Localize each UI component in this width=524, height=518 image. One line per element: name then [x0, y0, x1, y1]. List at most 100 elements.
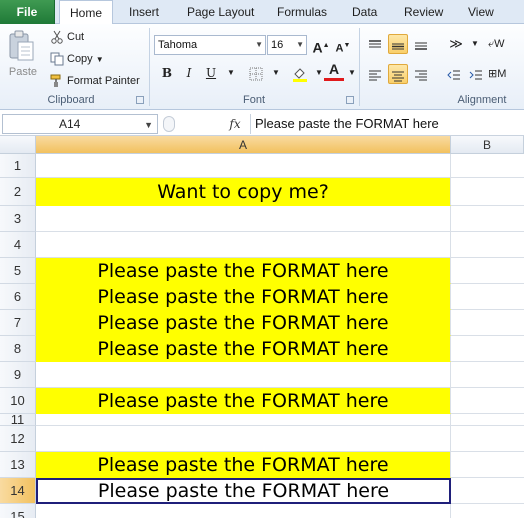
align-left-button[interactable]	[365, 64, 385, 84]
row-header[interactable]: 14	[0, 478, 36, 504]
fill-color-button[interactable]	[290, 63, 310, 83]
cell-b7[interactable]	[451, 310, 524, 336]
borders-button[interactable]	[246, 63, 266, 83]
shrink-font-button[interactable]: A▼	[333, 36, 353, 56]
row-header[interactable]: 2	[0, 178, 36, 206]
decrease-indent-button[interactable]	[444, 64, 464, 84]
align-right-icon	[415, 70, 427, 81]
cell-b14[interactable]	[451, 478, 524, 504]
copy-button[interactable]: Copy ▼	[50, 50, 104, 68]
row-header[interactable]: 4	[0, 232, 36, 258]
row-header[interactable]: 13	[0, 452, 36, 478]
cell-a12[interactable]	[36, 426, 451, 452]
cell-b4[interactable]	[451, 232, 524, 258]
font-color-button[interactable]: A	[324, 61, 344, 81]
font-size-value: 16	[271, 39, 284, 51]
clipboard-launcher-icon[interactable]	[136, 96, 144, 104]
cell-b1[interactable]	[451, 154, 524, 178]
cell-a8[interactable]: Please paste the FORMAT here	[36, 336, 451, 362]
wrap-text-label: W	[494, 38, 505, 50]
orientation-button[interactable]: ≫	[446, 34, 466, 54]
row-header[interactable]: 7	[0, 310, 36, 336]
row-header[interactable]: 15	[0, 504, 36, 518]
paintbrush-icon	[50, 74, 64, 88]
tab-data[interactable]: Data	[352, 0, 377, 24]
cell-a5[interactable]: Please paste the FORMAT here	[36, 258, 451, 284]
chevron-down-icon[interactable]: ▼	[221, 63, 241, 83]
cell-a11[interactable]	[36, 414, 451, 426]
row-header[interactable]: 1	[0, 154, 36, 178]
tab-view[interactable]: View	[468, 0, 494, 24]
formula-bar: A14 ▼ fx Please paste the FORMAT here	[0, 112, 524, 136]
cell-b12[interactable]	[451, 426, 524, 452]
name-box[interactable]: A14 ▼	[2, 114, 158, 134]
tab-page-layout[interactable]: Page Layout	[187, 0, 254, 24]
format-painter-label: Format Painter	[67, 75, 140, 87]
increase-indent-button[interactable]	[466, 64, 486, 84]
chevron-down-icon[interactable]: ▼	[266, 63, 286, 83]
align-bottom-button[interactable]	[411, 34, 431, 54]
row-header[interactable]: 8	[0, 336, 36, 362]
grow-font-button[interactable]: A▲	[311, 36, 331, 56]
align-right-button[interactable]	[411, 64, 431, 84]
merge-cells-icon: ⊞	[488, 68, 498, 80]
merge-center-button[interactable]: ⊞M	[488, 64, 524, 84]
row-header[interactable]: 10	[0, 388, 36, 414]
select-all-corner[interactable]	[0, 136, 36, 154]
tab-insert[interactable]: Insert	[129, 0, 159, 24]
cell-a13[interactable]: Please paste the FORMAT here	[36, 452, 451, 478]
cell-b2[interactable]	[451, 178, 524, 206]
cell-a10[interactable]: Please paste the FORMAT here	[36, 388, 451, 414]
cell-b9[interactable]	[451, 362, 524, 388]
cell-b11[interactable]	[451, 414, 524, 426]
chevron-down-icon: ▼	[95, 55, 104, 64]
tab-file[interactable]: File	[0, 0, 55, 24]
align-top-button[interactable]	[365, 34, 385, 54]
cell-a4[interactable]	[36, 232, 451, 258]
row-header[interactable]: 5	[0, 258, 36, 284]
font-name-select[interactable]: Tahoma ▼	[154, 35, 266, 55]
cell-a15[interactable]	[36, 504, 451, 518]
cell-b8[interactable]	[451, 336, 524, 362]
cell-b6[interactable]	[451, 284, 524, 310]
formula-bar-resize-handle[interactable]	[163, 116, 175, 132]
chevron-down-icon[interactable]: ▼	[465, 34, 485, 54]
format-painter-button[interactable]: Format Painter	[50, 72, 140, 90]
active-cell-a14[interactable]: Please paste the FORMAT here	[36, 478, 451, 504]
column-header-b[interactable]: B	[451, 136, 524, 154]
cell-b15[interactable]	[451, 504, 524, 518]
align-center-button[interactable]	[388, 64, 408, 84]
italic-button[interactable]: I	[179, 63, 199, 83]
font-launcher-icon[interactable]	[346, 96, 354, 104]
ribbon-tab-bar: File Home Insert Page Layout Formulas Da…	[0, 0, 524, 25]
align-middle-button[interactable]	[388, 34, 408, 54]
tab-review[interactable]: Review	[404, 0, 443, 24]
name-box-value: A14	[59, 117, 81, 131]
tab-home[interactable]: Home	[59, 0, 113, 25]
cell-b5[interactable]	[451, 258, 524, 284]
row-header[interactable]: 6	[0, 284, 36, 310]
font-size-select[interactable]: 16 ▼	[267, 35, 307, 55]
underline-button[interactable]: U	[201, 63, 221, 83]
column-header-a[interactable]: A	[36, 136, 451, 154]
cell-a9[interactable]	[36, 362, 451, 388]
row-header[interactable]: 3	[0, 206, 36, 232]
cell-b10[interactable]	[451, 388, 524, 414]
row-header[interactable]: 12	[0, 426, 36, 452]
cell-a3[interactable]	[36, 206, 451, 232]
cell-b13[interactable]	[451, 452, 524, 478]
cell-b3[interactable]	[451, 206, 524, 232]
row-header[interactable]: 11	[0, 413, 36, 426]
bold-button[interactable]: B	[157, 63, 177, 83]
insert-function-button[interactable]: fx	[224, 114, 246, 134]
excel-window: File Home Insert Page Layout Formulas Da…	[0, 0, 524, 518]
cut-button[interactable]: Cut	[50, 28, 84, 46]
cell-a7[interactable]: Please paste the FORMAT here	[36, 310, 451, 336]
cell-a2[interactable]: Want to copy me?	[36, 178, 451, 206]
tab-formulas[interactable]: Formulas	[277, 0, 327, 24]
cell-a1[interactable]	[36, 154, 451, 178]
row-header[interactable]: 9	[0, 362, 36, 388]
formula-input[interactable]: Please paste the FORMAT here	[250, 114, 524, 134]
cell-a6[interactable]: Please paste the FORMAT here	[36, 284, 451, 310]
wrap-text-button[interactable]: ⤶W	[488, 34, 524, 54]
